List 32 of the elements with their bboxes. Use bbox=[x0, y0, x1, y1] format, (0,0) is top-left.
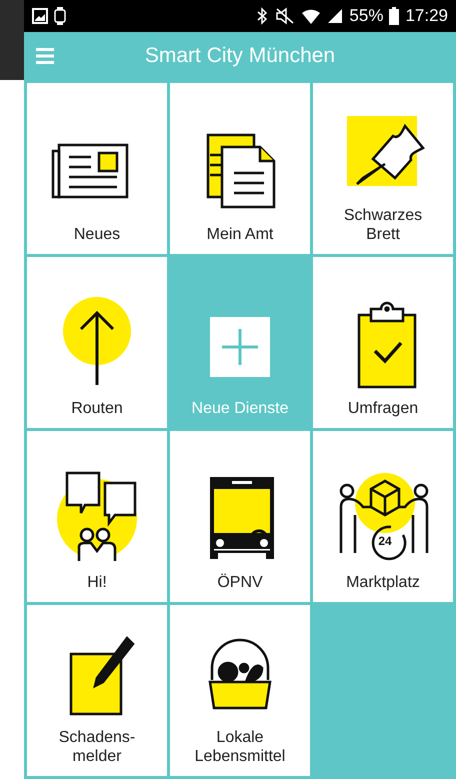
arrow-up-icon bbox=[63, 297, 131, 386]
service-tile[interactable]: Routen bbox=[27, 257, 167, 428]
service-tile[interactable]: Mein Amt bbox=[170, 83, 310, 254]
image-icon bbox=[32, 8, 48, 24]
newspaper-icon bbox=[52, 144, 128, 198]
app-title: Smart City München bbox=[144, 44, 336, 68]
plus-icon bbox=[210, 317, 270, 377]
fruit-basket-icon bbox=[208, 638, 272, 710]
clock-time: 17:29 bbox=[405, 6, 448, 26]
service-tile[interactable]: ÖPNV bbox=[170, 431, 310, 602]
hours-label: 24 bbox=[378, 534, 392, 548]
documents-icon bbox=[206, 134, 276, 208]
chat-people-icon bbox=[57, 472, 137, 562]
mute-icon bbox=[275, 6, 296, 25]
battery-percent: 55% bbox=[349, 6, 384, 26]
market-exchange-icon bbox=[340, 473, 428, 560]
bus-icon bbox=[210, 477, 274, 559]
signal-icon bbox=[327, 8, 344, 24]
bluetooth-icon bbox=[255, 6, 270, 25]
clipboard-icon bbox=[358, 302, 416, 388]
battery-icon bbox=[389, 6, 400, 25]
service-tile[interactable]: Lokale Lebensmittel bbox=[170, 605, 310, 776]
service-tile[interactable]: Schadens- melder bbox=[27, 605, 167, 776]
service-tile[interactable]: Umfragen bbox=[313, 257, 453, 428]
pushpin-icon bbox=[347, 116, 424, 186]
service-tile[interactable]: Hi! bbox=[27, 431, 167, 602]
service-tile[interactable]: 24 Marktplatz bbox=[313, 431, 453, 602]
service-tile[interactable]: Schwarzes Brett bbox=[313, 83, 453, 254]
watch-icon bbox=[54, 6, 66, 25]
pencil-note-icon bbox=[70, 636, 135, 716]
wifi-icon bbox=[301, 6, 322, 25]
service-tile[interactable]: Neues bbox=[27, 83, 167, 254]
